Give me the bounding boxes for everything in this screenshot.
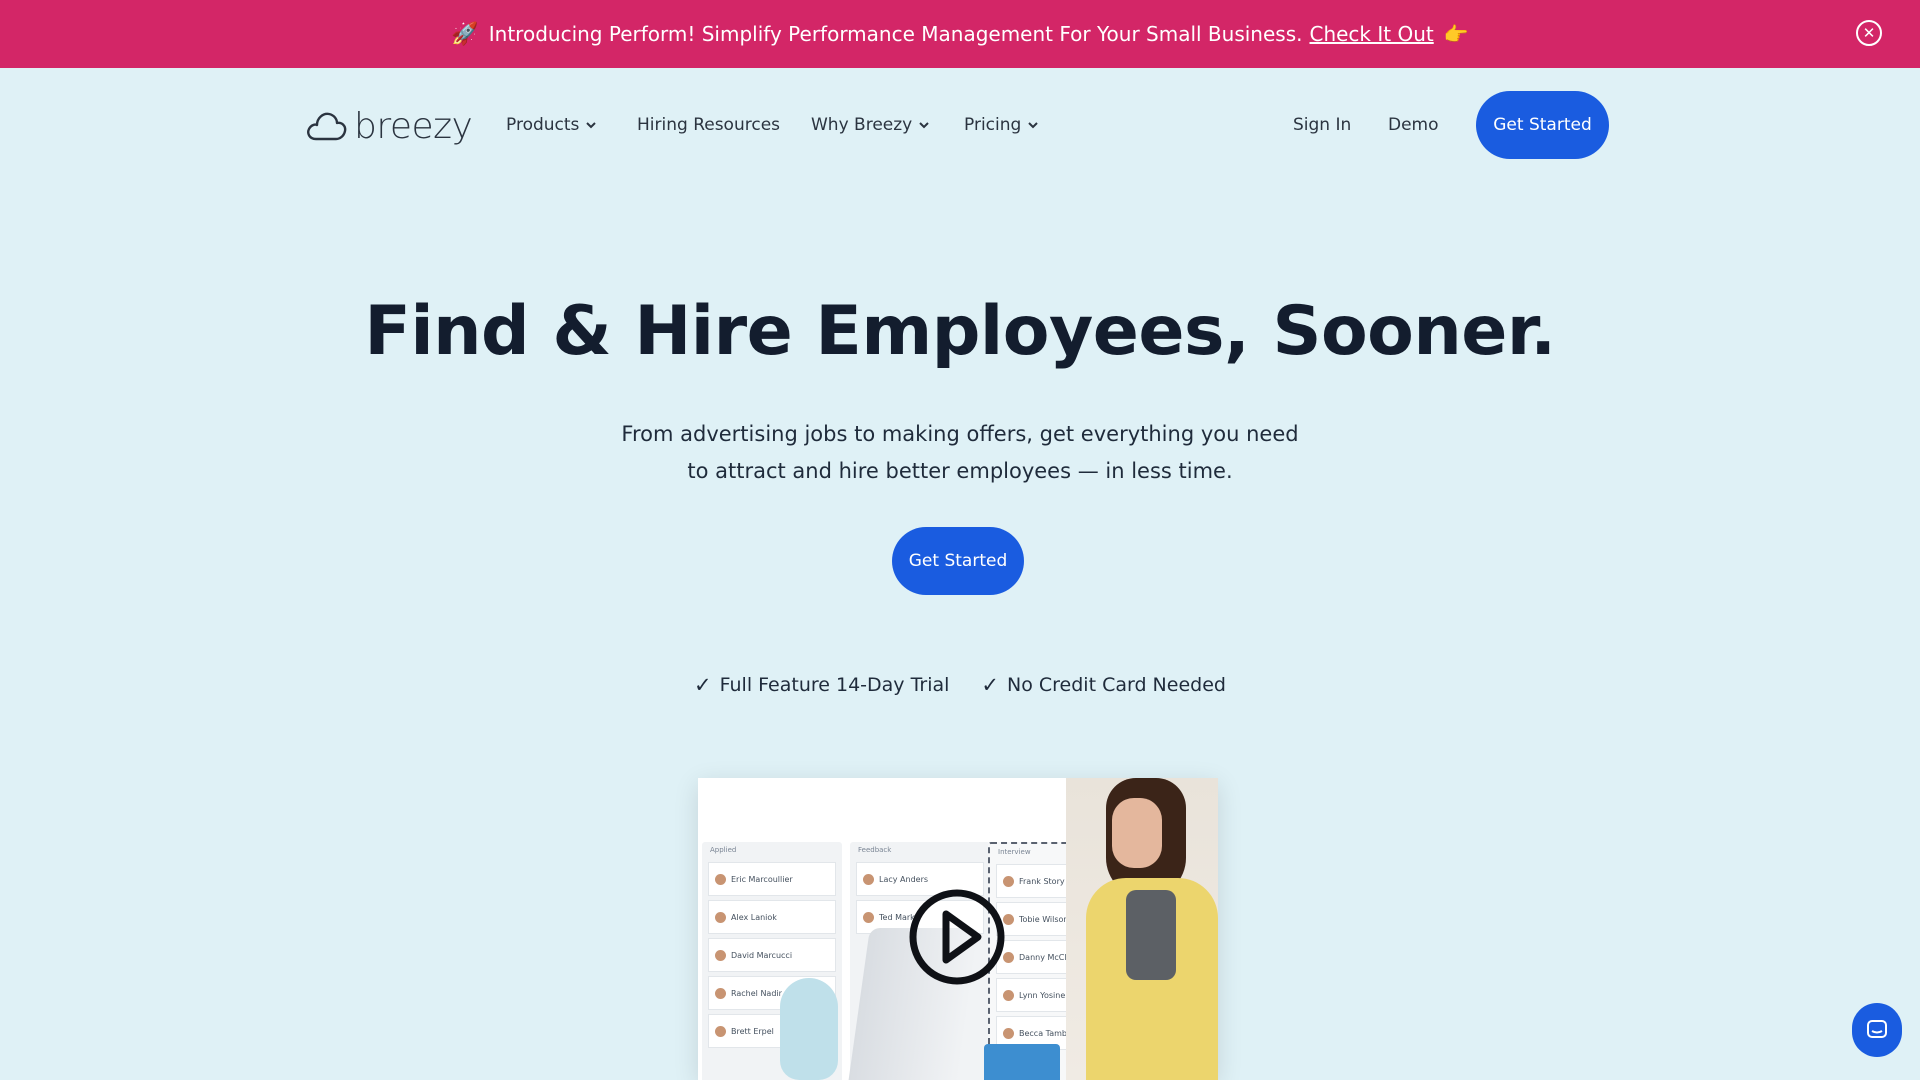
nav-pricing[interactable]: Pricing: [964, 115, 1039, 135]
chat-launcher-button[interactable]: [1852, 1003, 1902, 1057]
check-label: No Credit Card Needed: [1007, 674, 1226, 696]
candidate-name: David Marcucci: [731, 950, 793, 960]
hero-get-started-button[interactable]: Get Started: [892, 527, 1024, 595]
avatar: [715, 949, 726, 961]
video-preview[interactable]: Applied Eric Marcoullier Alex Laniok Dav…: [698, 778, 1218, 1080]
woman-image: [1066, 778, 1218, 1080]
demo-link[interactable]: Demo: [1388, 115, 1439, 135]
avatar: [715, 987, 726, 999]
play-icon[interactable]: [908, 888, 1006, 986]
nav-products-label: Products: [506, 115, 580, 135]
logo-wordmark: breezy: [354, 105, 473, 147]
nav-products[interactable]: Products: [506, 115, 597, 135]
cloud-icon: [307, 112, 347, 141]
check-item-trial: ✓ Full Feature 14-Day Trial: [694, 673, 949, 697]
hero-subtitle-line-1: From advertising jobs to making offers, …: [621, 422, 1299, 446]
avatar: [1003, 989, 1014, 1001]
avatar: [715, 873, 726, 885]
nav-pricing-label: Pricing: [964, 115, 1022, 135]
candidate-card: Eric Marcoullier: [708, 862, 836, 896]
check-item-no-credit-card: ✓ No Credit Card Needed: [981, 673, 1226, 697]
nav-why-breezy-label: Why Breezy: [811, 115, 913, 135]
pointing-hand-icon: 👉: [1443, 22, 1469, 46]
mug-image: [984, 1044, 1060, 1080]
check-it-out-link[interactable]: Check It Out: [1309, 22, 1433, 46]
candidate-name: Frank Story: [1019, 876, 1065, 886]
avatar: [1003, 1027, 1014, 1039]
avatar: [863, 911, 874, 923]
rocket-icon: 🚀: [451, 21, 479, 47]
candidate-name: Rachel Nadir: [731, 988, 782, 998]
candidate-card: David Marcucci: [708, 938, 836, 972]
chevron-down-icon: [586, 122, 597, 129]
close-icon[interactable]: ✕: [1856, 20, 1882, 46]
nav-get-started-button[interactable]: Get Started: [1476, 91, 1609, 159]
candidate-name: Brett Erpel: [731, 1026, 774, 1036]
top-navigation: breezy Products Hiring Resources Why Bre…: [0, 68, 1920, 182]
avatar: [715, 911, 726, 923]
sign-in-link[interactable]: Sign In: [1293, 115, 1351, 135]
avatar: [1003, 875, 1014, 887]
chat-icon: [1867, 1020, 1887, 1038]
hero-subtitle-line-2: to attract and hire better employees — i…: [687, 459, 1233, 483]
candidate-name: Tobie Wilson: [1019, 914, 1069, 924]
chevron-down-icon: [1028, 122, 1039, 129]
checkmark-icon: ✓: [981, 673, 1000, 697]
nav-hiring-resources[interactable]: Hiring Resources: [637, 115, 780, 135]
feature-checks: ✓ Full Feature 14-Day Trial ✓ No Credit …: [0, 673, 1920, 697]
candidate-name: Lacy Anders: [879, 874, 929, 884]
avatar: [863, 873, 874, 885]
nav-hiring-resources-label: Hiring Resources: [637, 115, 781, 135]
hero-subtitle: From advertising jobs to making offers, …: [560, 416, 1360, 490]
nav-why-breezy[interactable]: Why Breezy: [811, 115, 930, 135]
column-head: Feedback: [858, 846, 892, 854]
breezy-logo[interactable]: breezy: [306, 102, 473, 150]
check-label: Full Feature 14-Day Trial: [719, 674, 950, 696]
announcement-bar: 🚀 Introducing Perform! Simplify Performa…: [0, 0, 1920, 68]
candidate-name: Eric Marcoullier: [731, 874, 793, 884]
checkmark-icon: ✓: [694, 673, 712, 697]
candidate-card: Alex Laniok: [708, 900, 836, 934]
candidate-name: Lynn Yosine: [1019, 990, 1066, 1000]
column-head: Applied: [710, 846, 737, 854]
announcement-text: Introducing Perform! Simplify Performanc…: [488, 22, 1303, 46]
vase-image: [780, 978, 838, 1080]
candidate-name: Alex Laniok: [731, 912, 777, 922]
chevron-down-icon: [919, 122, 929, 129]
hero-title: Find & Hire Employees, Sooner.: [364, 292, 1556, 371]
avatar: [715, 1025, 726, 1037]
